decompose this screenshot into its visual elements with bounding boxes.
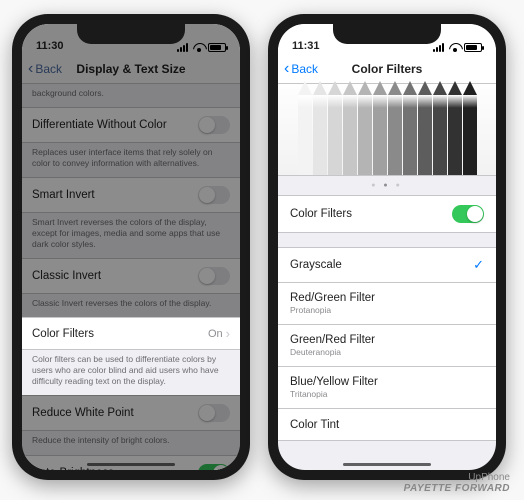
status-indicators xyxy=(433,43,482,52)
watermark-line1: UpPhone xyxy=(404,472,510,483)
battery-icon xyxy=(208,43,226,52)
status-time: 11:30 xyxy=(36,40,64,52)
signal-icon xyxy=(177,43,190,52)
pencil-icon xyxy=(433,95,447,175)
row-label: Color Filters xyxy=(290,208,352,220)
status-indicators xyxy=(177,43,226,52)
home-indicator[interactable] xyxy=(87,463,175,467)
settings-list: background colors. Differentiate Without… xyxy=(22,84,240,470)
row-reduce-white-point[interactable]: Reduce White Point xyxy=(22,395,240,431)
option-sub: Protanopia xyxy=(290,305,375,315)
option-label: Color Tint xyxy=(290,419,339,431)
pencil-icon xyxy=(373,95,387,175)
home-indicator[interactable] xyxy=(343,463,431,467)
row-footer: Replaces user interface items that rely … xyxy=(22,143,240,177)
row-label: Classic Invert xyxy=(32,270,101,282)
option-grayscale[interactable]: Grayscale ✓ xyxy=(278,247,496,283)
row-label: Smart Invert xyxy=(32,189,95,201)
row-footer: Classic Invert reverses the colors of th… xyxy=(22,294,240,317)
option-label: Green/Red Filter xyxy=(290,334,375,346)
pencil-icon xyxy=(388,95,402,175)
nav-bar: ‹ Back Display & Text Size xyxy=(22,54,240,84)
notch xyxy=(333,24,441,44)
option-sub: Tritanopia xyxy=(290,389,378,399)
row-differentiate-without-color[interactable]: Differentiate Without Color xyxy=(22,107,240,143)
row-smart-invert[interactable]: Smart Invert xyxy=(22,177,240,213)
pencil-icon xyxy=(343,95,357,175)
section-gap xyxy=(278,233,496,247)
watermark: UpPhone PAYETTE FORWARD xyxy=(404,472,510,494)
nav-bar: ‹ Back Color Filters xyxy=(278,54,496,84)
row-footer: Smart Invert reverses the colors of the … xyxy=(22,213,240,258)
option-blue-yellow[interactable]: Blue/Yellow Filter Tritanopia xyxy=(278,367,496,409)
pencil-icon xyxy=(298,95,312,175)
row-color-filters[interactable]: Color Filters On › xyxy=(22,317,240,350)
row-color-filters-toggle[interactable]: Color Filters xyxy=(278,195,496,233)
page-title: Color Filters xyxy=(278,62,496,76)
option-red-green[interactable]: Red/Green Filter Protanopia xyxy=(278,283,496,325)
checkmark-icon: ✓ xyxy=(473,257,484,273)
option-color-tint[interactable]: Color Tint xyxy=(278,409,496,441)
row-label: Color Filters xyxy=(32,328,94,340)
row-label: Differentiate Without Color xyxy=(32,119,167,131)
phone-left: 11:30 ‹ Back Display & Text Size backgro… xyxy=(12,14,250,480)
signal-icon xyxy=(433,43,446,52)
chevron-right-icon: › xyxy=(226,326,230,341)
page-dots[interactable]: ● ● ● xyxy=(278,176,496,195)
toggle-reduce-white-point[interactable] xyxy=(198,404,230,422)
pencil-icon xyxy=(313,95,327,175)
row-detail: On › xyxy=(208,326,230,341)
row-value: On xyxy=(208,328,223,340)
pencil-icon xyxy=(463,95,477,175)
option-label: Red/Green Filter xyxy=(290,292,375,304)
toggle-color-filters[interactable] xyxy=(452,205,484,223)
status-time: 11:31 xyxy=(292,40,320,52)
truncated-footer: background colors. xyxy=(22,84,240,107)
pencil-icon xyxy=(358,95,372,175)
screen-color-filters: 11:31 ‹ Back Color Filters ● ● ● Col xyxy=(278,24,496,470)
toggle-classic-invert[interactable] xyxy=(198,267,230,285)
watermark-line2: PAYETTE FORWARD xyxy=(404,483,510,494)
toggle-smart-invert[interactable] xyxy=(198,186,230,204)
pencil-icon xyxy=(328,95,342,175)
row-label: Auto-Brightness xyxy=(32,467,114,470)
screen-display-text-size: 11:30 ‹ Back Display & Text Size backgro… xyxy=(22,24,240,470)
option-label: Grayscale xyxy=(290,259,342,271)
toggle-differentiate[interactable] xyxy=(198,116,230,134)
pencil-preview[interactable] xyxy=(278,84,496,176)
page-title: Display & Text Size xyxy=(22,62,240,76)
battery-icon xyxy=(464,43,482,52)
toggle-auto-brightness[interactable] xyxy=(198,464,230,470)
pencil-icon xyxy=(448,95,462,175)
pencil-icon xyxy=(418,95,432,175)
notch xyxy=(77,24,185,44)
row-footer: Reduce the intensity of bright colors. xyxy=(22,431,240,454)
wifi-icon xyxy=(193,43,205,52)
phone-right: 11:31 ‹ Back Color Filters ● ● ● Col xyxy=(268,14,506,480)
option-sub: Deuteranopia xyxy=(290,347,375,357)
color-filters-content: ● ● ● Color Filters Grayscale ✓ Red/Gree… xyxy=(278,84,496,441)
row-classic-invert[interactable]: Classic Invert xyxy=(22,258,240,294)
pencil-icon xyxy=(403,95,417,175)
wifi-icon xyxy=(449,43,461,52)
option-label: Blue/Yellow Filter xyxy=(290,376,378,388)
row-footer: Color filters can be used to differentia… xyxy=(22,350,240,395)
option-green-red[interactable]: Green/Red Filter Deuteranopia xyxy=(278,325,496,367)
row-label: Reduce White Point xyxy=(32,407,134,419)
